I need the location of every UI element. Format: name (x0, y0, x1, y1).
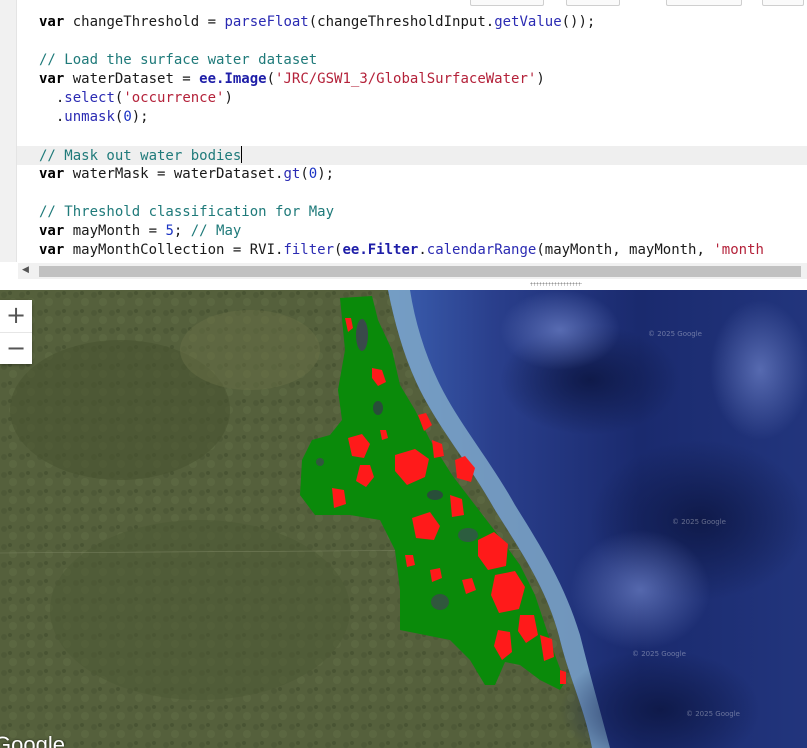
code-token: var (39, 223, 65, 239)
text-cursor (241, 146, 243, 163)
splitter-grip-icon[interactable] (530, 282, 582, 286)
code-token: 0 (123, 109, 132, 125)
code-token: unmask (64, 109, 115, 125)
code-line[interactable]: .unmask(0); (39, 108, 149, 127)
toolbar-button[interactable] (566, 0, 620, 6)
code-token: var (39, 14, 65, 30)
toolbar-buttons-edge (0, 0, 807, 6)
editor-gutter (0, 0, 17, 262)
code-token: . (418, 242, 427, 258)
code-token: mayMonthCollection = RVI. (64, 242, 284, 258)
code-token: // Load the surface water dataset (39, 52, 318, 68)
google-logo[interactable]: Google (0, 732, 65, 748)
code-token: . (39, 90, 65, 106)
toolbar-button[interactable] (470, 0, 544, 6)
code-token: ; (173, 223, 191, 239)
code-token: waterDataset = (64, 71, 200, 87)
scrollbar-thumb[interactable] (39, 266, 801, 277)
code-token: ()); (561, 14, 596, 30)
code-line[interactable]: // Threshold classification for May (39, 203, 334, 222)
code-token: var (39, 242, 65, 258)
code-token: ) (536, 71, 545, 87)
code-token: 'occurrence' (123, 90, 225, 106)
toolbar-button[interactable] (762, 0, 804, 6)
code-editor[interactable]: var changeThreshold = parseFloat(changeT… (0, 0, 807, 262)
code-line[interactable]: var changeThreshold = parseFloat(changeT… (39, 13, 595, 32)
code-token: 'month (713, 242, 764, 258)
zoom-control: + − (0, 300, 32, 364)
code-token: . (39, 109, 65, 125)
code-token: // Threshold classification for May (39, 204, 335, 220)
map-watermark: © 2025 Google (672, 518, 726, 526)
code-token: // May (190, 223, 242, 239)
toolbar-button[interactable] (666, 0, 742, 6)
code-token: // Mask out water bodies (39, 148, 242, 164)
code-token: 0 (308, 166, 318, 182)
code-token: ) (224, 90, 233, 106)
code-token: ( (300, 166, 309, 182)
code-token: ); (317, 166, 335, 182)
code-token: select (64, 90, 115, 106)
code-line[interactable]: // Mask out water bodies (17, 146, 807, 165)
map-watermark: © 2025 Google (632, 650, 686, 658)
code-line[interactable]: var mayMonthCollection = RVI.filter(ee.F… (39, 241, 764, 260)
code-token: parseFloat (224, 14, 309, 30)
code-token: changeThreshold = (64, 14, 225, 30)
code-line[interactable]: var waterDataset = ee.Image('JRC/GSW1_3/… (39, 70, 545, 89)
code-token: var (39, 71, 65, 87)
code-token: ee.Image (199, 71, 267, 87)
code-token: waterMask = waterDataset. (64, 166, 284, 182)
code-token: (changeThresholdInput. (308, 14, 495, 30)
horizontal-scrollbar[interactable]: ◀ (18, 263, 807, 279)
code-token: ee.Filter (342, 242, 419, 258)
map-view[interactable]: © 2025 Google © 2025 Google © 2025 Googl… (0, 290, 807, 748)
code-line[interactable]: var waterMask = waterDataset.gt(0); (39, 165, 334, 184)
code-token: ); (131, 109, 149, 125)
code-token: var (39, 166, 65, 182)
map-watermark: © 2025 Google (648, 330, 702, 338)
code-token: 5 (165, 223, 174, 239)
scroll-left-arrow-icon[interactable]: ◀ (22, 265, 29, 275)
code-token: calendarRange (426, 242, 537, 258)
zoom-out-button[interactable]: − (0, 333, 32, 365)
code-token: getValue (494, 14, 562, 30)
code-token: mayMonth = (64, 223, 166, 239)
code-token: 'JRC/GSW1_3/GlobalSurfaceWater' (275, 71, 537, 87)
map-watermark: © 2025 Google (686, 710, 740, 718)
code-token: filter (283, 242, 335, 258)
code-token: gt (283, 166, 301, 182)
code-token: (mayMonth, mayMonth, (536, 242, 714, 258)
code-line[interactable]: // Load the surface water dataset (39, 51, 317, 70)
code-line[interactable]: var mayMonth = 5; // May (39, 222, 241, 241)
code-token: ( (266, 71, 276, 87)
code-line[interactable]: .select('occurrence') (39, 89, 233, 108)
zoom-in-button[interactable]: + (0, 300, 32, 333)
